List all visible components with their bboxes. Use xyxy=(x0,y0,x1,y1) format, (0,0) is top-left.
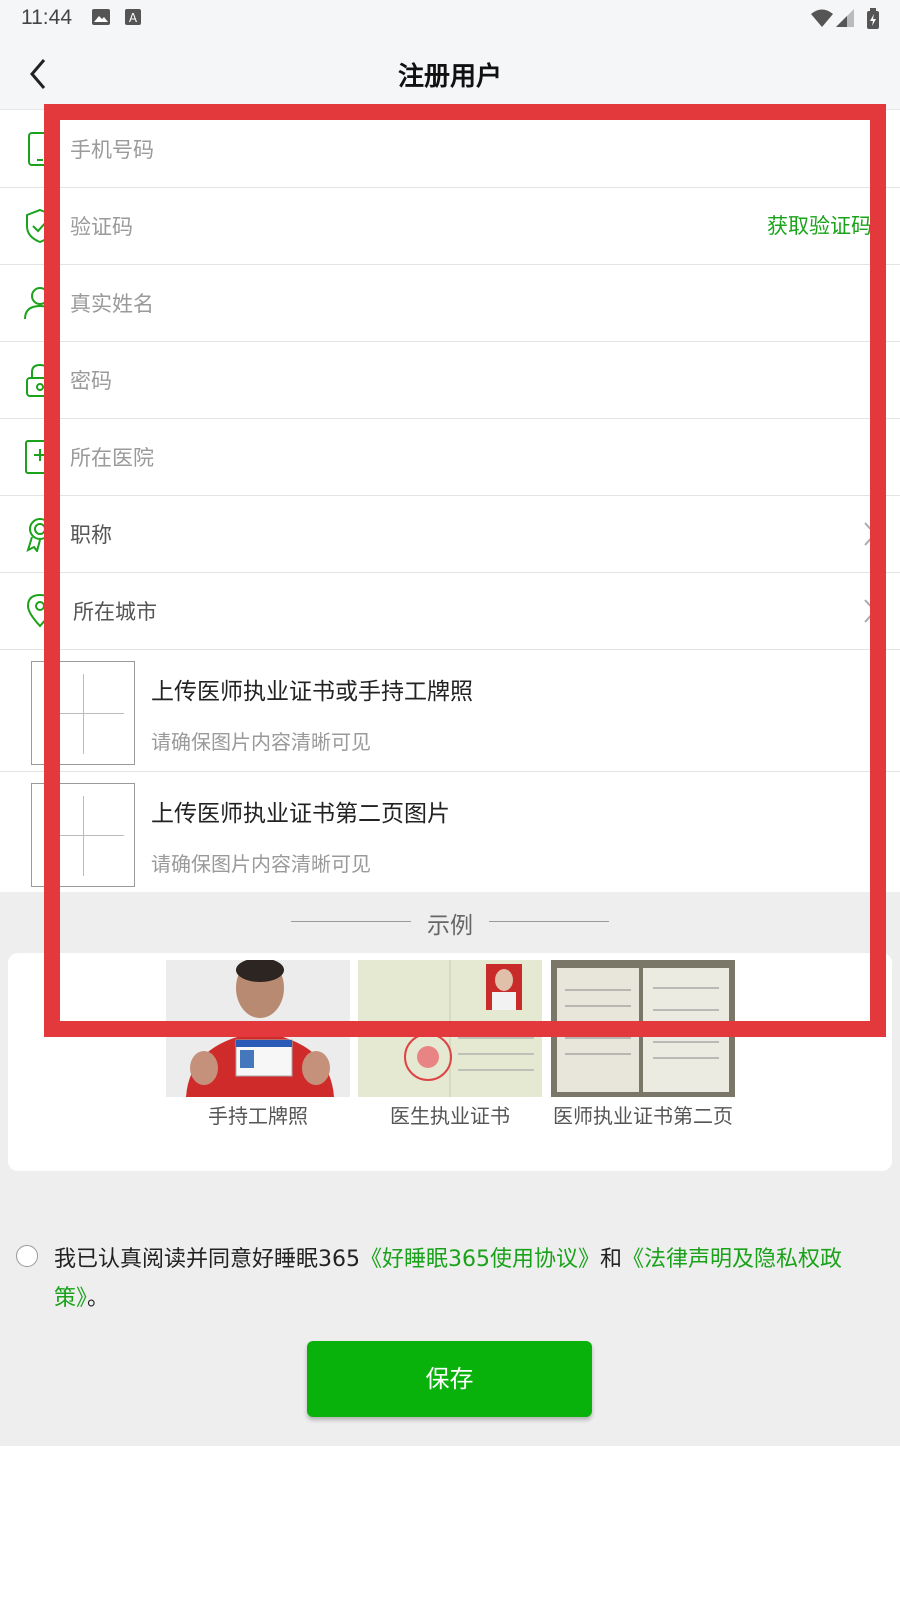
user-icon xyxy=(24,287,56,320)
upload-second-page-title: 上传医师执业证书第二页图片 xyxy=(151,801,450,827)
agreement-prefix: 我已认真阅读并同意好睡眠365 xyxy=(54,1247,360,1272)
upload-second-page-button[interactable] xyxy=(31,783,135,887)
battery-icon xyxy=(867,8,879,29)
gallery-icon xyxy=(92,9,110,25)
name-placeholder: 真实姓名 xyxy=(70,292,154,316)
job-title-selector[interactable]: 职称 xyxy=(0,496,900,573)
password-field[interactable]: 密码 xyxy=(0,342,900,419)
badge-photo-image xyxy=(166,960,350,1097)
chevron-right-icon xyxy=(864,522,877,546)
page-title: 注册用户 xyxy=(397,62,502,92)
second-page-image xyxy=(551,960,735,1097)
wifi-icon xyxy=(811,9,833,27)
sample-license xyxy=(358,960,542,1097)
caption-license: 医生执业证书 xyxy=(390,1104,510,1128)
verification-code-field[interactable]: 验证码 获取验证码 xyxy=(0,188,900,265)
shield-check-icon xyxy=(26,208,54,244)
agreement-suffix: 。 xyxy=(87,1286,110,1311)
agreement-and: 和 xyxy=(600,1247,623,1272)
lock-icon xyxy=(26,363,54,397)
phone-field[interactable]: 手机号码 xyxy=(0,111,900,188)
agreement-radio[interactable] xyxy=(16,1245,38,1267)
phone-placeholder: 手机号码 xyxy=(70,138,154,162)
upload-license-button[interactable] xyxy=(31,661,135,765)
usage-agreement-link[interactable]: 《好睡眠365使用协议》 xyxy=(360,1247,600,1272)
password-placeholder: 密码 xyxy=(70,369,112,393)
upload-license-hint: 请确保图片内容清晰可见 xyxy=(151,730,371,754)
sample-second-page xyxy=(551,960,735,1097)
agreement-text: 我已认真阅读并同意好睡眠365《好睡眠365使用协议》和《法律声明及隐私权政策》… xyxy=(54,1240,884,1318)
signal-icon xyxy=(836,9,854,27)
upload-license-row: 上传医师执业证书或手持工牌照 请确保图片内容清晰可见 xyxy=(0,650,900,772)
navigation-bar: 注册用户 xyxy=(0,38,900,110)
location-icon xyxy=(26,593,54,628)
divider-right xyxy=(489,921,609,922)
hospital-icon xyxy=(25,440,55,474)
chevron-right-icon xyxy=(864,599,877,623)
award-icon xyxy=(26,518,51,552)
upload-license-title: 上传医师执业证书或手持工牌照 xyxy=(151,679,473,705)
city-label: 所在城市 xyxy=(73,600,157,624)
caption-second-page: 医师执业证书第二页 xyxy=(553,1104,733,1128)
upload-second-page-row: 上传医师执业证书第二页图片 请确保图片内容清晰可见 xyxy=(0,772,900,894)
status-time: 11:44 xyxy=(21,6,72,29)
sample-badge-photo xyxy=(166,960,350,1097)
code-placeholder: 验证码 xyxy=(70,215,133,239)
save-button[interactable]: 保存 xyxy=(307,1341,592,1417)
example-title: 示例 xyxy=(427,913,473,939)
svg-text:A: A xyxy=(129,11,138,25)
real-name-field[interactable]: 真实姓名 xyxy=(0,265,900,342)
job-title-label: 职称 xyxy=(70,523,112,547)
get-code-button[interactable]: 获取验证码 xyxy=(767,210,872,240)
city-selector[interactable]: 所在城市 xyxy=(0,573,900,650)
hospital-field[interactable]: 所在医院 xyxy=(0,419,900,496)
caption-badge-photo: 手持工牌照 xyxy=(208,1104,308,1128)
upload-second-page-hint: 请确保图片内容清晰可见 xyxy=(151,852,371,876)
phone-icon xyxy=(28,132,52,166)
text-notification-icon: A xyxy=(125,9,141,25)
status-bar: 11:44 A xyxy=(0,0,900,38)
license-image xyxy=(358,960,542,1097)
hospital-placeholder: 所在医院 xyxy=(70,446,154,470)
